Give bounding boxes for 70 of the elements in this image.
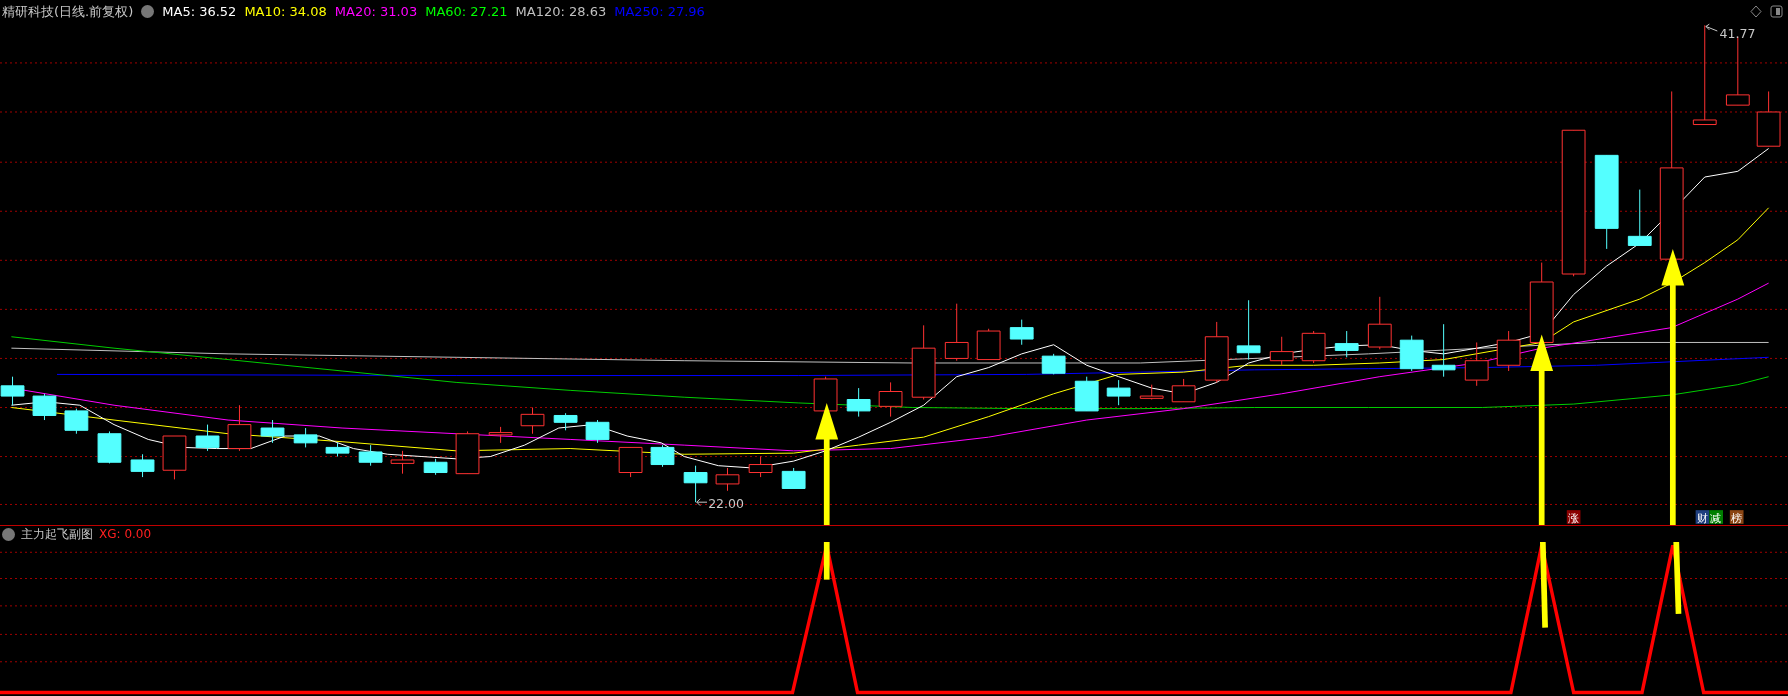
candlestick	[1074, 376, 1099, 412]
candlestick	[1041, 353, 1066, 375]
candlestick	[1171, 378, 1196, 403]
candlestick	[813, 376, 838, 412]
candlestick	[1269, 336, 1294, 366]
indicator-title: 主力起飞副图	[21, 525, 93, 543]
candlestick	[1756, 90, 1781, 147]
candlestick	[878, 381, 903, 418]
candlestick	[1464, 341, 1489, 387]
candlestick	[781, 467, 806, 489]
candlestick	[195, 424, 220, 452]
candlestick	[260, 419, 285, 444]
candlestick	[585, 419, 610, 444]
candlestick	[520, 407, 545, 435]
signal-badge: 减	[1709, 510, 1723, 525]
moving-average-legend: MA250: 27.96	[614, 4, 705, 19]
low-price-label: 22.00	[708, 495, 744, 511]
candlestick	[488, 426, 513, 444]
chart-title: 精研科技(日线.前复权)	[2, 2, 134, 21]
candlestick	[455, 430, 480, 475]
moving-average-legend: MA5: 36.52	[162, 4, 237, 19]
indicator-value: XG: 0.00	[99, 527, 152, 541]
candlestick	[1496, 330, 1521, 372]
candlestick	[227, 404, 252, 452]
moving-average-legend: MA20: 31.03	[334, 4, 418, 19]
candlestick	[1725, 36, 1750, 106]
panel-icon[interactable]	[1770, 5, 1783, 18]
dropdown-icon[interactable]	[2, 527, 15, 541]
candlestick	[0, 376, 25, 406]
candlestick	[976, 328, 1001, 361]
candlestick	[618, 446, 643, 478]
dropdown-icon[interactable]	[141, 5, 155, 18]
candlestick	[162, 435, 187, 480]
candlestick	[650, 444, 675, 468]
moving-average-legend: MA10: 34.08	[244, 4, 327, 19]
candlestick	[1106, 379, 1131, 406]
candlestick	[97, 430, 122, 464]
candlestick	[683, 465, 708, 503]
candlestick	[1009, 319, 1034, 346]
diamond-icon[interactable]	[1750, 5, 1762, 18]
candlestick	[1627, 189, 1652, 246]
candlestick	[715, 467, 740, 492]
candlestick	[130, 453, 155, 478]
signal-badge: 涨	[1566, 510, 1581, 525]
candlestick	[423, 458, 448, 476]
moving-average-legend: MA60: 27.21	[425, 4, 508, 19]
candlestick	[64, 408, 89, 435]
candlestick	[1204, 321, 1229, 383]
candlestick	[32, 393, 57, 421]
candlestick	[325, 442, 350, 458]
candlestick	[1301, 330, 1326, 364]
price-leader-line	[696, 498, 708, 507]
candlestick	[553, 412, 578, 431]
signal-badge: 财	[1695, 510, 1710, 525]
candlestick	[1334, 330, 1359, 358]
candlestick	[293, 427, 318, 448]
candlestick	[1236, 299, 1261, 361]
candlestick	[1399, 335, 1424, 372]
high-price-label: 41.77	[1719, 25, 1756, 41]
candlestick	[846, 387, 871, 418]
candlestick	[1139, 384, 1164, 400]
candlestick	[1367, 296, 1392, 350]
signal-badge: 榜	[1729, 510, 1744, 525]
candlestick	[358, 444, 383, 467]
candlestick	[390, 450, 415, 475]
candlestick	[944, 303, 969, 362]
candlestick	[748, 456, 773, 478]
moving-average-legend: MA120: 28.63	[515, 4, 607, 19]
price-leader-line	[1705, 23, 1718, 32]
candlestick	[1431, 323, 1456, 378]
